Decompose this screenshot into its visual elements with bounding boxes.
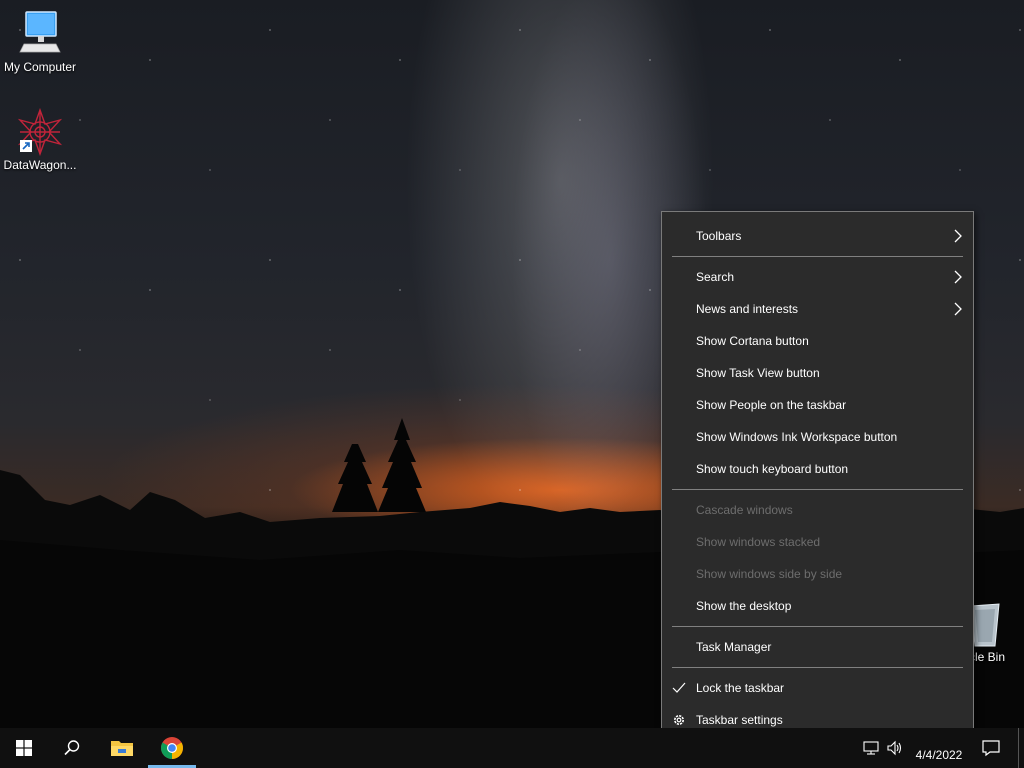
menu-item-label: Show touch keyboard button: [696, 462, 849, 476]
folder-icon: [111, 741, 133, 756]
gear-icon: [674, 715, 684, 725]
menu-separator: [672, 626, 963, 627]
menu-item-lock-the-taskbar[interactable]: Lock the taskbar: [662, 672, 973, 704]
menu-item-show-the-desktop[interactable]: Show the desktop: [662, 590, 973, 622]
menu-item-label: Taskbar settings: [696, 713, 783, 727]
menu-item-label: Task Manager: [696, 640, 772, 654]
notification-center-button[interactable]: [982, 728, 1000, 768]
desktop-icon-datawagon[interactable]: DataWagon...: [0, 107, 80, 172]
menu-separator: [672, 667, 963, 668]
menu-item-cascade-windows: Cascade windows: [662, 494, 973, 526]
menu-item-show-people-on-taskbar[interactable]: Show People on the taskbar: [662, 389, 973, 421]
menu-item-label: Cascade windows: [696, 503, 793, 517]
chrome-button[interactable]: [148, 728, 196, 768]
chevron-right-icon: [954, 302, 962, 316]
file-explorer-button[interactable]: [98, 728, 146, 768]
menu-separator: [672, 256, 963, 257]
menu-item-label: Show Task View button: [696, 366, 820, 380]
clock-date: 4/4/2022: [915, 748, 963, 762]
menu-item-label: Lock the taskbar: [696, 681, 785, 695]
network-icon: [863, 741, 879, 755]
network-tray-button[interactable]: [862, 728, 880, 768]
checkmark-icon: [672, 682, 686, 693]
menu-item-show-windows-side-by-side: Show windows side by side: [662, 558, 973, 590]
menu-item-show-windows-ink-workspace-button[interactable]: Show Windows Ink Workspace button: [662, 421, 973, 453]
menu-item-label: News and interests: [696, 302, 799, 316]
chevron-right-icon: [954, 229, 962, 243]
windows-start-icon: [16, 740, 32, 756]
chevron-right-icon: [954, 270, 962, 284]
taskbar-context-menu: Toolbars Search News and interests Show …: [661, 211, 974, 744]
notification-icon: [982, 740, 1000, 757]
desktop-icon-label: DataWagon...: [3, 158, 77, 172]
monitor-icon: [16, 10, 64, 58]
taskbar[interactable]: 4/4/2022: [0, 728, 1024, 768]
desktop-background[interactable]: My Computer DataWagon... cle Bin Toolbar…: [0, 0, 1024, 768]
menu-item-show-cortana-button[interactable]: Show Cortana button: [662, 325, 973, 357]
menu-item-label: Show the desktop: [696, 599, 792, 613]
chrome-icon: [161, 737, 183, 759]
menu-item-label: Show windows side by side: [696, 567, 843, 581]
menu-item-news-and-interests[interactable]: News and interests: [662, 293, 973, 325]
menu-item-show-task-view-button[interactable]: Show Task View button: [662, 357, 973, 389]
menu-item-search[interactable]: Search: [662, 261, 973, 293]
menu-item-task-manager[interactable]: Task Manager: [662, 631, 973, 663]
desktop-icon-label: My Computer: [3, 60, 77, 74]
menu-item-label: Show Cortana button: [696, 334, 809, 348]
taskbar-search-button[interactable]: [48, 728, 96, 768]
menu-item-label: Show Windows Ink Workspace button: [696, 430, 898, 444]
menu-item-show-windows-stacked: Show windows stacked: [662, 526, 973, 558]
desktop-icon-my-computer[interactable]: My Computer: [0, 10, 80, 74]
show-desktop-button[interactable]: [1019, 728, 1024, 768]
search-icon: [64, 740, 80, 756]
menu-item-label: Toolbars: [696, 229, 742, 243]
start-button[interactable]: [0, 728, 48, 768]
menu-item-label: Search: [696, 270, 735, 284]
menu-separator: [672, 489, 963, 490]
menu-item-label: Show windows stacked: [696, 535, 821, 549]
menu-item-show-touch-keyboard-button[interactable]: Show touch keyboard button: [662, 453, 973, 485]
menu-item-label: Show People on the taskbar: [696, 398, 847, 412]
menu-item-toolbars[interactable]: Toolbars: [662, 220, 973, 252]
taskbar-clock[interactable]: 4/4/2022: [902, 748, 976, 762]
datawagon-shortcut-icon: [16, 107, 64, 157]
